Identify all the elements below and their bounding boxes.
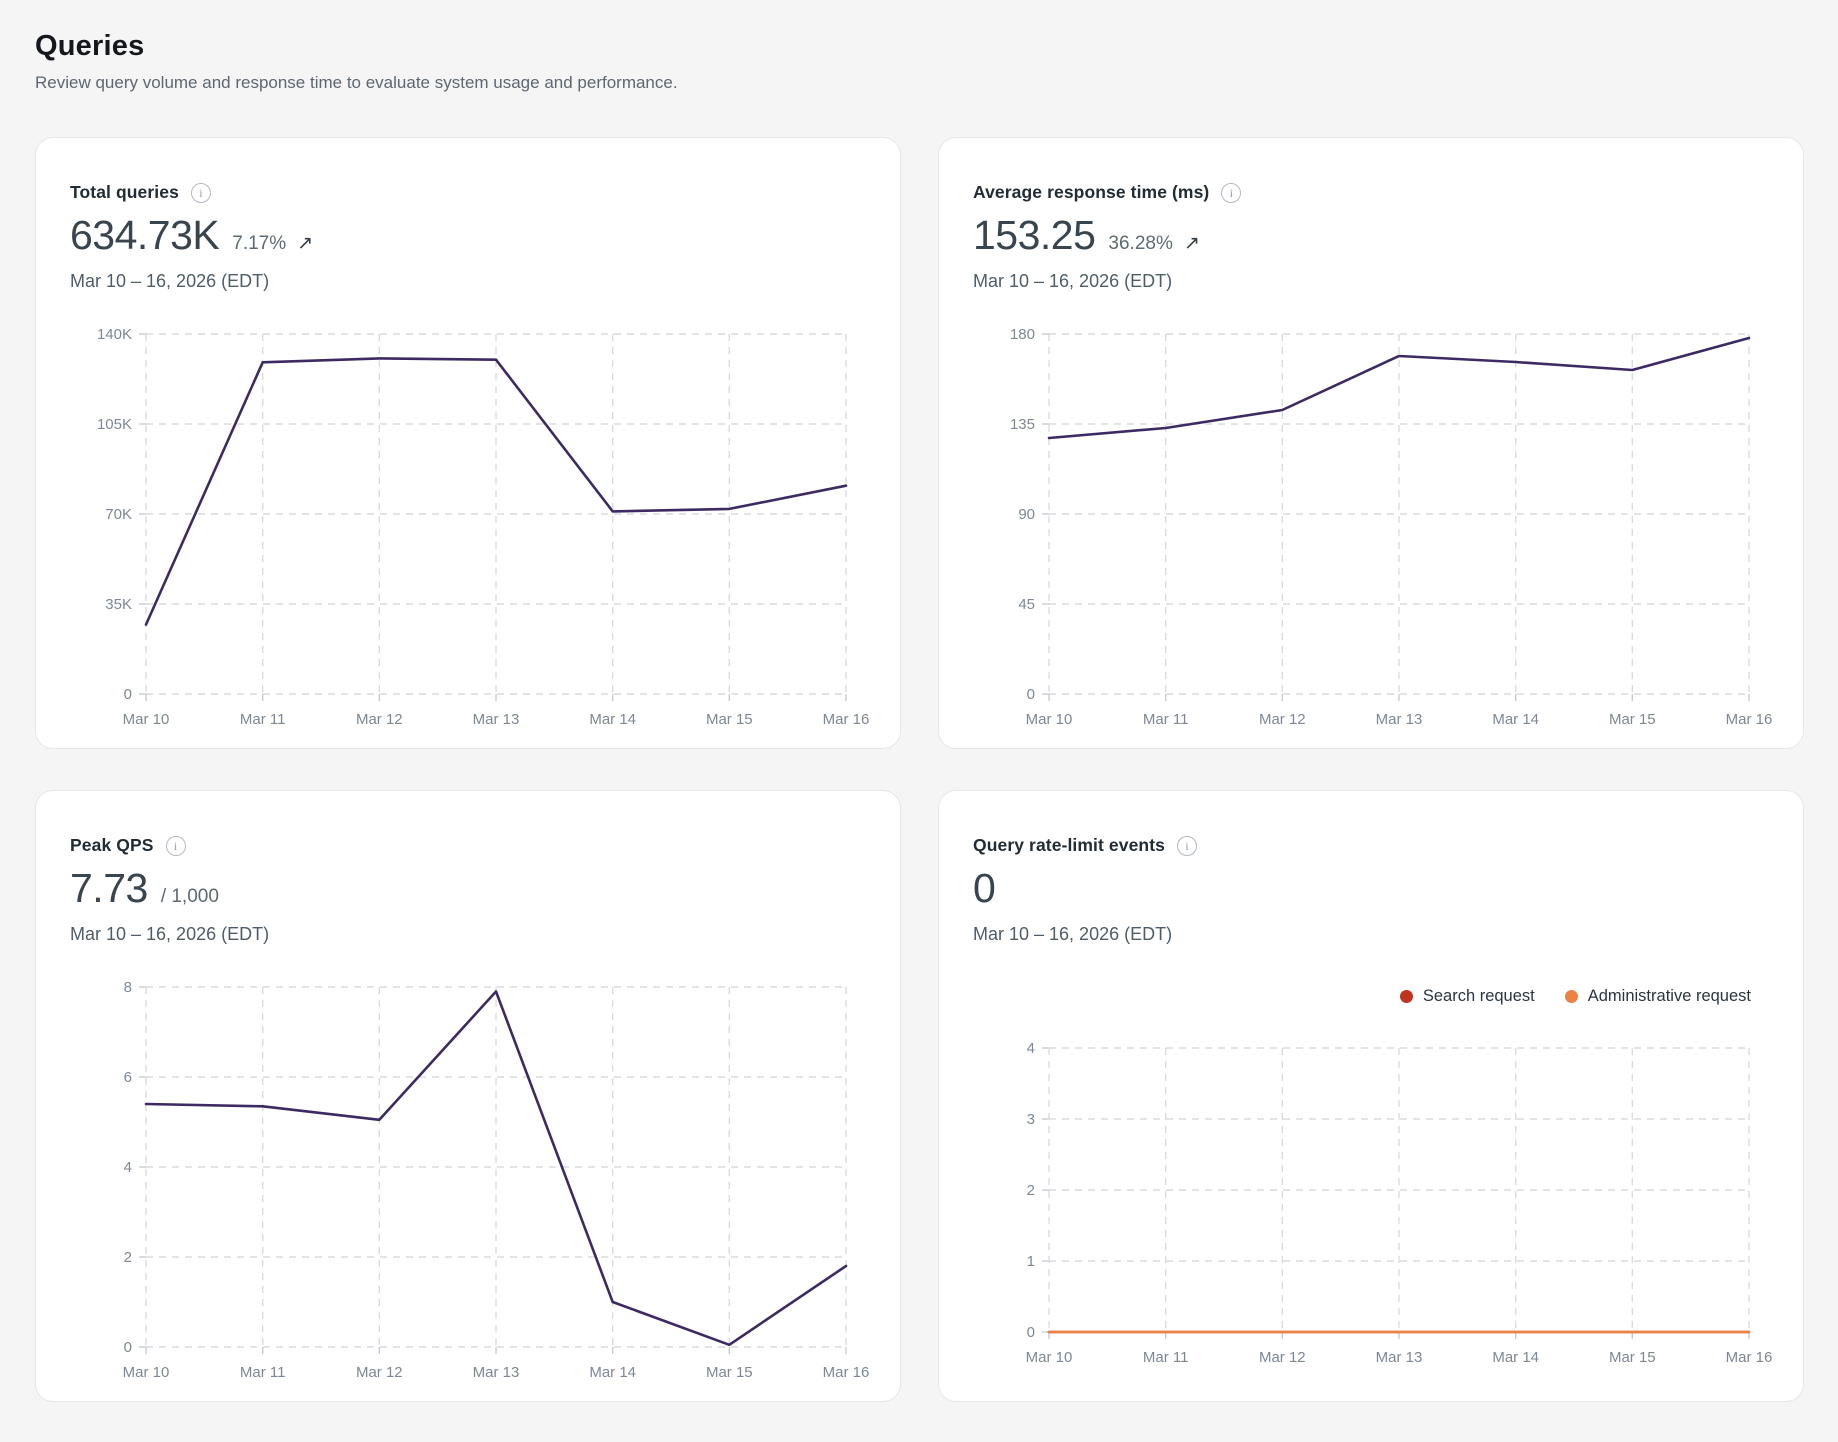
metric-row: 634.73K 7.17% ↗ [70,212,870,259]
card-header: Total queries i [70,182,870,203]
svg-text:2: 2 [124,1249,132,1266]
svg-text:Mar 15: Mar 15 [1609,711,1656,728]
page-subtitle: Review query volume and response time to… [35,73,1803,93]
card-title: Query rate-limit events [973,835,1165,856]
svg-text:0: 0 [124,1339,132,1356]
metric-delta: 36.28% [1108,233,1172,255]
legend-item-administrative-request: Administrative request [1565,987,1751,1006]
queries-page: Queries Review query volume and response… [0,0,1838,1422]
page-title: Queries [35,30,1803,63]
card-header: Peak QPS i [70,835,870,856]
info-icon[interactable]: i [1177,836,1197,856]
svg-text:Mar 15: Mar 15 [706,711,753,728]
metrics-grid: Total queries i 634.73K 7.17% ↗ Mar 10 –… [35,137,1803,1402]
svg-text:135: 135 [1010,416,1035,433]
trend-up-icon: ↗ [297,232,313,255]
svg-text:8: 8 [124,979,132,996]
chart-legend: Search request Administrative request [973,987,1751,1006]
svg-text:Mar 15: Mar 15 [1609,1349,1656,1366]
svg-text:Mar 14: Mar 14 [589,711,636,728]
svg-text:105K: 105K [97,416,132,433]
metric-row: 7.73 / 1,000 [70,865,870,912]
svg-text:Mar 12: Mar 12 [356,1364,403,1381]
legend-dot-administrative-request [1565,990,1578,1003]
date-range: Mar 10 – 16, 2026 (EDT) [70,924,870,945]
svg-text:Mar 13: Mar 13 [1376,1349,1423,1366]
svg-text:Mar 16: Mar 16 [1726,711,1773,728]
svg-text:4: 4 [124,1159,132,1176]
card-title: Total queries [70,182,179,203]
svg-text:Mar 14: Mar 14 [1492,711,1539,728]
svg-text:Mar 13: Mar 13 [473,711,520,728]
metric-value: 634.73K [70,212,219,259]
svg-text:Mar 10: Mar 10 [1026,1349,1073,1366]
svg-text:Mar 10: Mar 10 [123,711,170,728]
info-icon[interactable]: i [191,183,211,203]
svg-text:6: 6 [124,1069,132,1086]
svg-text:Mar 11: Mar 11 [1143,711,1189,728]
total-queries-chart[interactable]: 140K 105K 70K 35K 0 Mar 10 Mar 11 Mar 12 Mar 13 M… [70,316,870,726]
svg-text:140K: 140K [97,326,132,343]
svg-text:Mar 10: Mar 10 [1026,711,1073,728]
peak-qps-chart[interactable]: 8 6 4 2 0 Mar 10 Mar 11 Mar 12 Mar 13 Mar 14 Mar 1… [70,969,870,1379]
card-header: Average response time (ms) i [973,182,1773,203]
svg-text:70K: 70K [105,506,132,523]
card-header: Query rate-limit events i [973,835,1773,856]
average-response-time-chart[interactable]: 180 135 90 45 0 Mar 10 Mar 11 Mar 12 Mar 13 Mar 1… [973,316,1773,726]
legend-dot-search-request [1400,990,1413,1003]
svg-text:90: 90 [1018,506,1035,523]
svg-text:180: 180 [1010,326,1035,343]
date-range: Mar 10 – 16, 2026 (EDT) [973,271,1773,292]
metric-suffix: / 1,000 [161,886,219,908]
svg-text:Mar 11: Mar 11 [1143,1349,1189,1366]
card-title: Peak QPS [70,835,154,856]
card-average-response-time: Average response time (ms) i 153.25 36.2… [938,137,1804,749]
card-total-queries: Total queries i 634.73K 7.17% ↗ Mar 10 –… [35,137,901,749]
svg-text:Mar 11: Mar 11 [240,1364,286,1381]
metric-value: 153.25 [973,212,1095,259]
metric-row: 0 [973,865,1773,912]
svg-text:3: 3 [1027,1111,1035,1128]
svg-text:Mar 10: Mar 10 [123,1364,170,1381]
svg-text:Mar 15: Mar 15 [706,1364,753,1381]
metric-value: 0 [973,865,995,912]
svg-text:Mar 14: Mar 14 [589,1364,636,1381]
svg-text:Mar 13: Mar 13 [1376,711,1423,728]
svg-text:Mar 14: Mar 14 [1492,1349,1539,1366]
svg-text:4: 4 [1027,1040,1035,1057]
card-query-rate-limit-events: Query rate-limit events i 0 Mar 10 – 16,… [938,790,1804,1402]
date-range: Mar 10 – 16, 2026 (EDT) [973,924,1773,945]
trend-up-icon: ↗ [1184,232,1200,255]
svg-text:0: 0 [124,686,132,703]
svg-text:45: 45 [1018,596,1035,613]
svg-text:0: 0 [1027,686,1035,703]
svg-text:Mar 13: Mar 13 [473,1364,520,1381]
card-peak-qps: Peak QPS i 7.73 / 1,000 Mar 10 – 16, 202… [35,790,901,1402]
metric-value: 7.73 [70,865,148,912]
svg-text:Mar 12: Mar 12 [356,711,403,728]
info-icon[interactable]: i [166,836,186,856]
svg-text:Mar 12: Mar 12 [1259,1349,1306,1366]
svg-text:Mar 12: Mar 12 [1259,711,1306,728]
svg-text:2: 2 [1027,1182,1035,1199]
legend-label-search-request: Search request [1423,987,1535,1006]
metric-row: 153.25 36.28% ↗ [973,212,1773,259]
svg-text:1: 1 [1027,1253,1035,1270]
svg-text:Mar 16: Mar 16 [1726,1349,1773,1366]
date-range: Mar 10 – 16, 2026 (EDT) [70,271,870,292]
card-title: Average response time (ms) [973,182,1209,203]
svg-text:Mar 16: Mar 16 [823,1364,870,1381]
svg-text:Mar 16: Mar 16 [823,711,870,728]
svg-text:35K: 35K [105,596,132,613]
svg-text:0: 0 [1027,1324,1035,1341]
query-rate-limit-events-chart[interactable]: 4 3 2 1 0 Mar 10 Mar 11 Mar 12 Mar 13 Mar 14 Mar 1… [973,1030,1773,1366]
legend-label-administrative-request: Administrative request [1588,987,1751,1006]
info-icon[interactable]: i [1221,183,1241,203]
legend-item-search-request: Search request [1400,987,1535,1006]
metric-delta: 7.17% [232,233,286,255]
svg-text:Mar 11: Mar 11 [240,711,286,728]
